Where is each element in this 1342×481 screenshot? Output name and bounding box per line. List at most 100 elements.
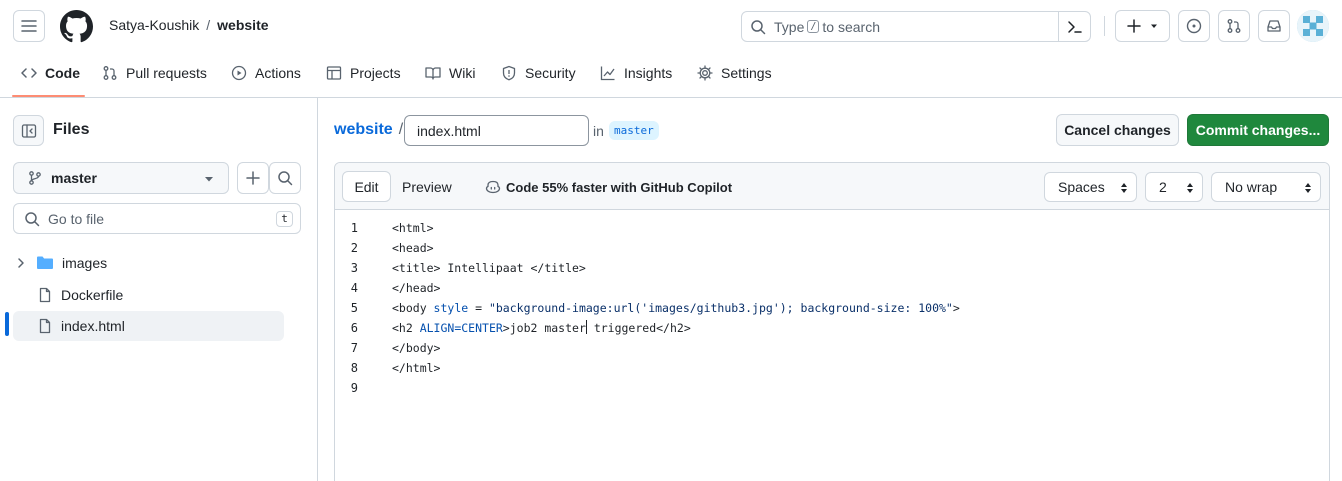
token-text: >job2 master (502, 321, 586, 335)
tab-actions-label: Actions (255, 65, 301, 81)
create-new-button[interactable] (1115, 10, 1170, 42)
go-to-file-placeholder: Go to file (48, 210, 105, 227)
code-line: 8 </html> (335, 358, 1329, 378)
search-icon (25, 211, 40, 226)
search-icon (278, 171, 293, 186)
line-text: <head> (392, 241, 434, 255)
copilot-text: Code 55% faster with GitHub Copilot (506, 179, 733, 195)
token-tag: <h2 (392, 321, 420, 335)
file-tree-sidebar: Files master Go to file t images Dockerf… (0, 98, 318, 481)
tab-projects[interactable]: Projects (326, 65, 401, 81)
token-op: = (468, 301, 489, 315)
file-icon (39, 318, 51, 334)
token-attr: ALIGN=CENTER (419, 321, 503, 335)
search-icon (751, 19, 766, 34)
go-to-file-shortcut: t (276, 211, 293, 227)
issues-button[interactable] (1178, 10, 1210, 42)
filename-input[interactable]: index.html (404, 115, 589, 146)
line-text: <html> (392, 221, 434, 235)
tree-folder-images[interactable]: images (13, 248, 284, 278)
tab-wiki[interactable]: Wiki (425, 65, 475, 81)
add-file-button[interactable] (237, 162, 269, 194)
copilot-icon (485, 180, 501, 194)
breadcrumb-slash: / (398, 121, 404, 138)
global-search-input[interactable]: Type / to search (741, 11, 1091, 42)
code-line: 3 <title> Intellipaat </title> (335, 258, 1329, 278)
indent-mode-select[interactable]: Spaces (1044, 172, 1137, 202)
repo-link[interactable]: website (217, 17, 268, 33)
hamburger-menu-button[interactable] (13, 10, 45, 42)
line-number: 5 (350, 301, 358, 315)
line-number: 1 (350, 221, 358, 235)
collapse-sidebar-button[interactable] (13, 115, 44, 146)
code-line: 2 <head> (335, 238, 1329, 258)
plus-icon (1126, 19, 1141, 33)
tab-pull-requests[interactable]: Pull requests (102, 65, 207, 81)
tab-pull-requests-label: Pull requests (126, 65, 207, 81)
edit-breadcrumb: website / (334, 121, 409, 139)
issue-opened-icon (1186, 18, 1202, 34)
tab-security[interactable]: Security (501, 65, 576, 81)
search-files-button[interactable] (269, 162, 301, 194)
token-string: "background-image:url('images/github3.jp… (488, 301, 953, 315)
select-arrows-icon (1305, 183, 1311, 193)
tree-item-label: index.html (61, 318, 125, 334)
code-line: 6 <h2 ALIGN=CENTER>job2 master triggered… (335, 318, 1329, 338)
tab-code[interactable]: Code (21, 65, 80, 81)
identicon-icon (1297, 10, 1329, 42)
select-arrows-icon (1121, 183, 1127, 193)
in-label: in (593, 123, 604, 139)
file-icon (39, 287, 51, 303)
tree-file-dockerfile[interactable]: Dockerfile (13, 280, 284, 310)
line-text: <body style = "background-image:url('ima… (392, 298, 960, 318)
tab-preview[interactable]: Preview (391, 171, 456, 202)
branch-name: master (51, 170, 97, 186)
tree-file-index-html[interactable]: index.html (13, 311, 284, 341)
git-pull-request-icon (1227, 19, 1241, 33)
hamburger-icon (21, 20, 37, 32)
github-logo-icon[interactable] (60, 10, 93, 43)
token-tag: > (952, 301, 960, 315)
git-branch-icon (29, 171, 41, 185)
line-number: 4 (350, 281, 358, 295)
indent-size-select[interactable]: 2 (1145, 172, 1203, 202)
graph-icon (600, 66, 615, 81)
folder-icon (37, 256, 53, 269)
tab-settings[interactable]: Settings (697, 65, 772, 81)
copilot-promo-link[interactable]: Code 55% faster with GitHub Copilot (485, 179, 732, 195)
commit-changes-button[interactable]: Commit changes... (1187, 114, 1329, 146)
chevron-right-icon (18, 258, 24, 268)
command-palette-button[interactable] (1058, 12, 1090, 41)
breadcrumb-repo-link[interactable]: website (334, 121, 393, 139)
selected-file-indicator (5, 312, 9, 336)
go-to-file-input[interactable]: Go to file t (13, 203, 301, 234)
owner-link[interactable]: Satya-Koushik (109, 17, 199, 33)
user-avatar[interactable] (1297, 10, 1329, 42)
pull-requests-button[interactable] (1218, 10, 1250, 42)
code-line: 9 (335, 378, 1329, 398)
tab-edit[interactable]: Edit (342, 171, 391, 202)
book-icon (425, 67, 441, 80)
active-tab-underline (12, 95, 85, 97)
branch-selector[interactable]: master (13, 162, 229, 194)
tree-item-label: images (62, 255, 108, 271)
triangle-down-icon (1150, 24, 1157, 28)
token-attr: style (433, 301, 469, 315)
indent-size-value: 2 (1159, 179, 1167, 195)
inbox-icon (1267, 20, 1281, 32)
token-tag: <body (392, 301, 434, 315)
wrap-mode-value: No wrap (1225, 179, 1278, 195)
tab-actions[interactable]: Actions (231, 65, 301, 81)
wrap-mode-select[interactable]: No wrap (1211, 172, 1321, 202)
line-text: </html> (392, 361, 441, 375)
inbox-button[interactable] (1258, 10, 1290, 42)
tab-insights[interactable]: Insights (600, 65, 672, 81)
editor-toolbar: Edit Preview Code 55% faster with GitHub… (335, 163, 1329, 210)
terminal-icon (1067, 20, 1082, 33)
tab-code-label: Code (45, 65, 80, 81)
line-text: </head> (392, 281, 441, 295)
code-line: 4 </head> (335, 278, 1329, 298)
cancel-changes-button[interactable]: Cancel changes (1056, 114, 1179, 146)
code-line: 7 </body> (335, 338, 1329, 358)
gear-icon (697, 65, 713, 81)
